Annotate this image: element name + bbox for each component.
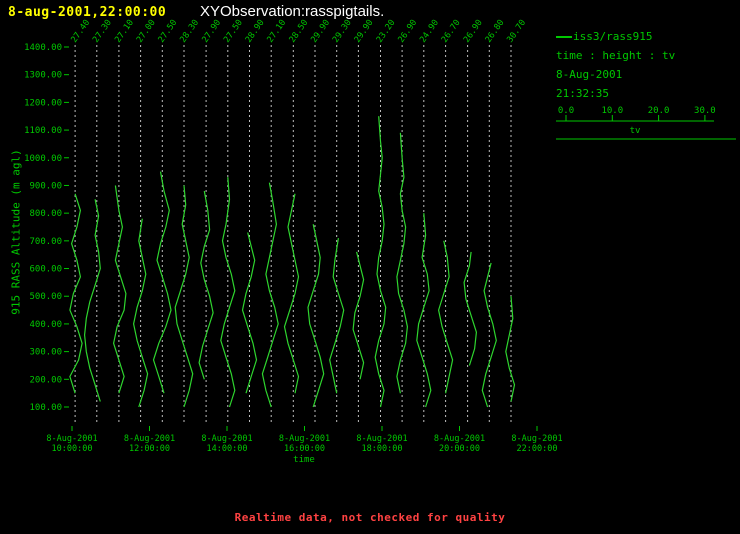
- x-tick-time: 20:00:00: [439, 444, 480, 454]
- profile-tv-label: 26.90: [462, 18, 485, 45]
- profile-tv-label: 28.90: [244, 18, 267, 45]
- rass-profile: [132, 218, 149, 408]
- legend-series-label: iss3/rass915: [573, 30, 653, 43]
- rass-profile: [152, 171, 172, 394]
- profile-tv-label: 27.40: [69, 18, 92, 45]
- rass-profile: [505, 296, 516, 402]
- x-tick-date: 8-Aug-2001: [356, 434, 407, 444]
- x-tick-date: 8-Aug-2001: [434, 434, 485, 444]
- profile-tv-label: 28.30: [178, 18, 201, 45]
- profile-tv-label: 27.10: [113, 18, 136, 45]
- y-tick-label: 1300.00: [24, 71, 62, 81]
- legend-time: 21:32:35: [556, 87, 609, 100]
- y-axis: 1400.00 1300.00 1200.00 1100.00 1000.00 900.0…: [24, 43, 69, 413]
- x-tick-time: 22:00:00: [517, 444, 558, 454]
- rass-profile: [83, 199, 101, 402]
- x-tick-date: 8-Aug-2001: [511, 434, 562, 444]
- profile-tv-label: 27.90: [200, 18, 223, 45]
- profile-tv-label: 27.50: [222, 18, 245, 45]
- profile-tv-label: 24.90: [418, 18, 441, 45]
- y-tick-label: 1400.00: [24, 43, 62, 53]
- profile-tv-label: 30.70: [505, 18, 528, 45]
- y-tick-label: 1000.00: [24, 154, 62, 164]
- rass-profiles: [69, 116, 516, 408]
- profile-tv-label: 27.50: [157, 18, 180, 45]
- tv-tick-label: 30.0: [694, 106, 716, 116]
- rass-profile: [69, 193, 83, 394]
- x-tick-date: 8-Aug-2001: [279, 434, 330, 444]
- rass-profile: [220, 177, 236, 408]
- x-tick-date: 8-Aug-2001: [201, 434, 252, 444]
- legend: iss3/rass915 time : height : tv 8-Aug-20…: [556, 27, 675, 103]
- x-axis: 8-Aug-200110:00:008-Aug-200112:00:008-Au…: [46, 426, 563, 454]
- y-tick-label: 300.00: [29, 348, 62, 358]
- rass-display-window: 8-aug-2001,22:00:00 XYObservation:rasspi…: [0, 0, 740, 534]
- tv-scale-label: tv: [630, 126, 641, 136]
- x-tick-time: 10:00:00: [52, 444, 93, 454]
- profile-tv-label: 28.50: [288, 18, 311, 45]
- x-tick-time: 18:00:00: [362, 444, 403, 454]
- profile-tv-label: 29.90: [309, 18, 332, 45]
- x-tick-time: 16:00:00: [284, 444, 325, 454]
- tv-tick-label: 20.0: [648, 106, 670, 116]
- y-axis-title: 915 RASS Altitude (m agl): [9, 149, 23, 315]
- profile-tv-label: 23.20: [375, 18, 398, 45]
- tv-tick-label: 0.0: [558, 106, 574, 116]
- y-tick-label: 700.00: [29, 237, 62, 247]
- rass-profile: [283, 193, 300, 394]
- y-tick-label: 400.00: [29, 320, 62, 330]
- y-tick-label: 800.00: [29, 209, 62, 219]
- legend-date: 8-Aug-2001: [556, 68, 623, 81]
- profile-tv-label: 27.00: [135, 18, 158, 45]
- profile-tv-label: 26.80: [484, 18, 507, 45]
- rass-profile: [307, 224, 325, 408]
- profile-tv-label: 26.70: [440, 18, 463, 45]
- y-tick-label: 200.00: [29, 375, 62, 385]
- y-tick-label: 600.00: [29, 265, 62, 275]
- y-tick-label: 1200.00: [24, 98, 62, 108]
- x-tick-time: 14:00:00: [207, 444, 248, 454]
- legend-series-row: iss3/rass915: [556, 27, 675, 46]
- profile-tv-label: 26.90: [396, 18, 419, 45]
- legend-fields: time : height : tv: [556, 49, 676, 62]
- time-gridlines: [74, 45, 512, 424]
- tv-tick-label: 10.0: [601, 106, 623, 116]
- profile-tv-label: 29.30: [331, 18, 354, 45]
- rass-profile: [463, 251, 478, 366]
- tv-scale-axis: 0.0 10.0 20.0 30.0 tv: [556, 106, 736, 140]
- y-tick-label: 900.00: [29, 181, 62, 191]
- x-tick-time: 12:00:00: [129, 444, 170, 454]
- y-tick-label: 100.00: [29, 403, 62, 413]
- legend-line-sample-icon: [556, 36, 572, 38]
- x-tick-date: 8-Aug-2001: [46, 434, 97, 444]
- x-axis-title: time: [293, 455, 315, 465]
- profile-tv-label: 29.90: [353, 18, 376, 45]
- y-tick-label: 500.00: [29, 292, 62, 302]
- profile-tv-label: 27.30: [91, 18, 114, 45]
- quality-notice: Realtime data, not checked for quality: [234, 511, 506, 524]
- x-tick-date: 8-Aug-2001: [124, 434, 175, 444]
- profile-tv-label: 27.10: [265, 18, 288, 45]
- rass-profile: [112, 185, 127, 394]
- y-tick-label: 1100.00: [24, 126, 62, 136]
- profile-tv-labels: 27.4027.30 27.1027.0027.5028.30 27.9027.50…: [69, 18, 528, 45]
- rass-profile: [261, 182, 279, 408]
